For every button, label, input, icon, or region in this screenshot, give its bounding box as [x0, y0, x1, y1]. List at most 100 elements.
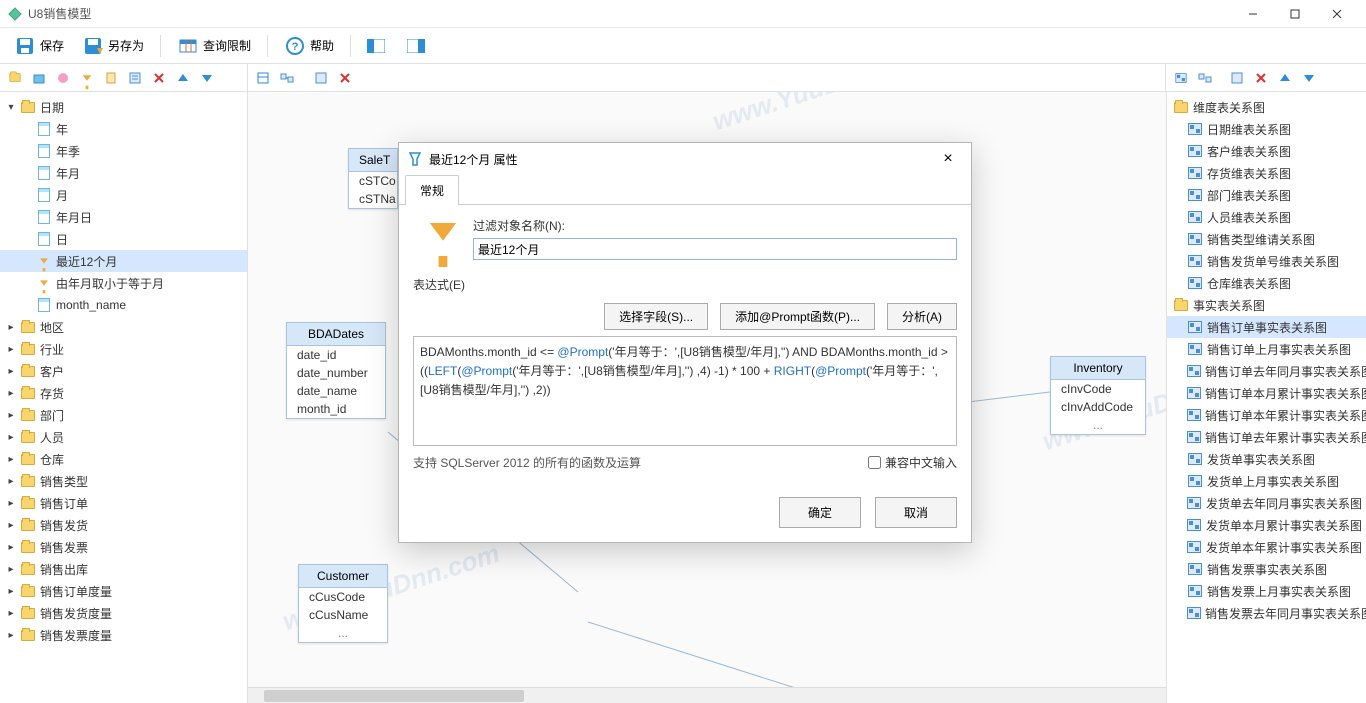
- folder-销售订单度量[interactable]: ▸销售订单度量: [0, 580, 247, 602]
- add-prompt-button[interactable]: 添加@Prompt函数(P)...: [720, 303, 875, 330]
- add-relation-button-2[interactable]: [1194, 67, 1216, 89]
- ok-button[interactable]: 确定: [779, 497, 861, 528]
- expand-icon[interactable]: ▸: [4, 630, 18, 641]
- horizontal-scrollbar[interactable]: [248, 687, 1166, 703]
- cancel-button[interactable]: 取消: [875, 497, 957, 528]
- dim-年季[interactable]: 年季: [0, 140, 247, 162]
- expand-icon[interactable]: ▸: [4, 498, 18, 509]
- folder-仓库[interactable]: ▸仓库: [0, 448, 247, 470]
- folder-销售订单[interactable]: ▸销售订单: [0, 492, 247, 514]
- folder-销售出库[interactable]: ▸销售出库: [0, 558, 247, 580]
- delete-button-2[interactable]: [334, 67, 356, 89]
- table-customer[interactable]: Customer cCusCode cCusName ...: [298, 564, 388, 643]
- add-dimension-button[interactable]: [28, 67, 50, 89]
- folder-地区[interactable]: ▸地区: [0, 316, 247, 338]
- diagram-item[interactable]: 销售发票上月事实表关系图: [1167, 580, 1366, 602]
- folder-fact-diagrams[interactable]: 事实表关系图: [1167, 294, 1366, 316]
- expand-icon[interactable]: ▸: [4, 388, 18, 399]
- diagram-item[interactable]: 销售订单去年累计事实表关系图: [1167, 426, 1366, 448]
- folder-dim-diagrams[interactable]: 维度表关系图: [1167, 96, 1366, 118]
- delete-button[interactable]: [148, 67, 170, 89]
- properties-button-2[interactable]: [310, 67, 332, 89]
- table-salet[interactable]: SaleT cSTCo cSTNa: [348, 148, 398, 209]
- close-button[interactable]: [1316, 1, 1358, 27]
- querylimit-button[interactable]: 查询限制: [169, 31, 259, 61]
- folder-存货[interactable]: ▸存货: [0, 382, 247, 404]
- add-relation-button[interactable]: [276, 67, 298, 89]
- tab-general[interactable]: 常规: [405, 175, 459, 205]
- expression-textarea[interactable]: BDAMonths.month_id <= @Prompt('年月等于：',[U…: [413, 336, 957, 446]
- dim-年月日[interactable]: 年月日: [0, 206, 247, 228]
- folder-销售发票[interactable]: ▸销售发票: [0, 536, 247, 558]
- dim-日[interactable]: 日: [0, 228, 247, 250]
- table-inventory[interactable]: Inventory cInvCode cInvAddCode ...: [1050, 356, 1146, 435]
- diagram-item[interactable]: 人员维表关系图: [1167, 206, 1366, 228]
- folder-销售发货[interactable]: ▸销售发货: [0, 514, 247, 536]
- expand-icon[interactable]: ▸: [4, 432, 18, 443]
- add-folder-button[interactable]: [4, 67, 26, 89]
- delete-button-3[interactable]: [1250, 67, 1272, 89]
- diagram-item[interactable]: 销售类型维请关系图: [1167, 228, 1366, 250]
- expand-icon[interactable]: ▸: [4, 344, 18, 355]
- diagram-item[interactable]: 发货单本月累计事实表关系图: [1167, 514, 1366, 536]
- diagram-item[interactable]: 客户维表关系图: [1167, 140, 1366, 162]
- move-down-button[interactable]: [196, 67, 218, 89]
- folder-部门[interactable]: ▸部门: [0, 404, 247, 426]
- add-filter-button[interactable]: [76, 67, 98, 89]
- diagram-item[interactable]: 销售发货单号维表关系图: [1167, 250, 1366, 272]
- dialog-close-button[interactable]: ×: [933, 147, 963, 171]
- diagram-item[interactable]: 发货单去年同月事实表关系图: [1167, 492, 1366, 514]
- diagram-item[interactable]: 日期维表关系图: [1167, 118, 1366, 140]
- add-measure-button[interactable]: [52, 67, 74, 89]
- minimize-button[interactable]: [1232, 1, 1274, 27]
- expand-icon[interactable]: ▸: [4, 520, 18, 531]
- folder-销售类型[interactable]: ▸销售类型: [0, 470, 247, 492]
- dim-年月[interactable]: 年月: [0, 162, 247, 184]
- maximize-button[interactable]: [1274, 1, 1316, 27]
- diagram-item[interactable]: 存货维表关系图: [1167, 162, 1366, 184]
- folder-客户[interactable]: ▸客户: [0, 360, 247, 382]
- expand-icon[interactable]: ▸: [4, 564, 18, 575]
- select-field-button[interactable]: 选择字段(S)...: [604, 303, 708, 330]
- table-bdadates[interactable]: BDADates date_id date_number date_name m…: [286, 322, 386, 419]
- expand-icon[interactable]: ▸: [4, 542, 18, 553]
- diagram-item[interactable]: 销售订单去年同月事实表关系图: [1167, 360, 1366, 382]
- filter-recent12[interactable]: 最近12个月: [0, 250, 247, 272]
- filter-name-input[interactable]: [473, 238, 957, 260]
- cn-compat-checkbox[interactable]: 兼容中文输入: [868, 454, 957, 471]
- dim-monthname[interactable]: month_name: [0, 294, 247, 316]
- filter-lte-month[interactable]: 由年月取小于等于月: [0, 272, 247, 294]
- analyze-button[interactable]: 分析(A): [887, 303, 957, 330]
- diagram-item[interactable]: 部门维表关系图: [1167, 184, 1366, 206]
- expand-icon[interactable]: ▸: [4, 322, 18, 333]
- move-down-button-2[interactable]: [1298, 67, 1320, 89]
- dim-年[interactable]: 年: [0, 118, 247, 140]
- scrollbar-thumb[interactable]: [264, 690, 524, 702]
- help-button[interactable]: ? 帮助: [276, 31, 342, 61]
- paste-button[interactable]: [100, 67, 122, 89]
- expand-icon[interactable]: ▸: [4, 410, 18, 421]
- folder-date[interactable]: ▾日期: [0, 96, 247, 118]
- dim-月[interactable]: 月: [0, 184, 247, 206]
- cn-compat-input[interactable]: [868, 456, 881, 469]
- diagram-item[interactable]: 销售订单上月事实表关系图: [1167, 338, 1366, 360]
- diagram-item[interactable]: 发货单上月事实表关系图: [1167, 470, 1366, 492]
- expand-icon[interactable]: ▸: [4, 476, 18, 487]
- diagram-item[interactable]: 销售订单本月累计事实表关系图: [1167, 382, 1366, 404]
- folder-行业[interactable]: ▸行业: [0, 338, 247, 360]
- expand-icon[interactable]: ▸: [4, 454, 18, 465]
- diagram-item[interactable]: 销售发票事实表关系图: [1167, 558, 1366, 580]
- properties-button[interactable]: [124, 67, 146, 89]
- add-diagram-button[interactable]: [1170, 67, 1192, 89]
- folder-人员[interactable]: ▸人员: [0, 426, 247, 448]
- expand-icon[interactable]: ▸: [4, 366, 18, 377]
- diagram-item[interactable]: 仓库维表关系图: [1167, 272, 1366, 294]
- move-up-button[interactable]: [172, 67, 194, 89]
- saveas-button[interactable]: 另存为: [74, 31, 152, 61]
- diagram-item[interactable]: 销售订单事实表关系图: [1167, 316, 1366, 338]
- panel-toggle-left-button[interactable]: [359, 33, 397, 59]
- save-button[interactable]: 保存: [6, 31, 72, 61]
- panel-toggle-right-button[interactable]: [399, 33, 437, 59]
- expand-icon[interactable]: ▸: [4, 586, 18, 597]
- move-up-button-2[interactable]: [1274, 67, 1296, 89]
